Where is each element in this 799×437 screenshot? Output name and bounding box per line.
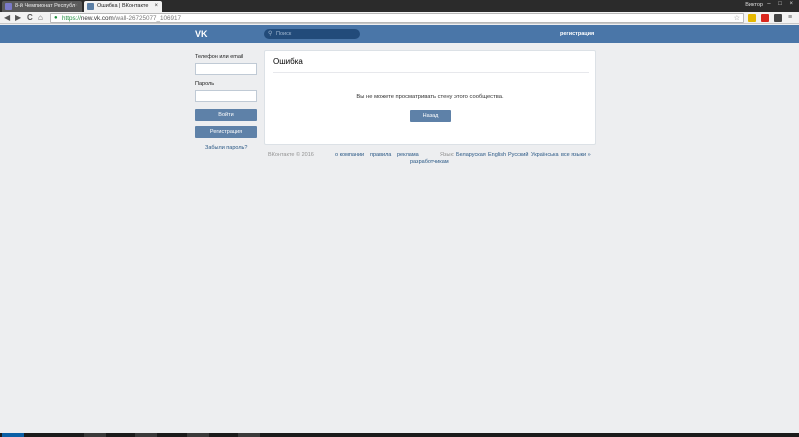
- bookmark-star-icon[interactable]: ☆: [734, 14, 740, 22]
- os-taskbar: [0, 433, 799, 437]
- reload-icon[interactable]: C: [27, 13, 33, 23]
- footer-link-about[interactable]: о компании: [335, 152, 364, 158]
- home-icon[interactable]: ⌂: [38, 13, 43, 23]
- footer-link-developers[interactable]: разработчикам: [410, 159, 449, 165]
- url-text: https://new.vk.com/wall-26725077_106917: [62, 15, 181, 22]
- tab-favicon-icon: [5, 3, 12, 10]
- password-label: Пароль: [195, 81, 215, 87]
- divider: [273, 72, 589, 73]
- back-icon[interactable]: ◀: [4, 13, 10, 23]
- tab-favicon-icon: [87, 3, 94, 10]
- error-card: Ошибка Вы не можете просматривать стену …: [264, 50, 596, 145]
- tab-close-icon[interactable]: ×: [74, 3, 78, 9]
- taskbar-app[interactable]: [84, 433, 106, 437]
- language-russian[interactable]: Русский: [508, 152, 528, 158]
- language-label: Язык:: [440, 152, 455, 158]
- taskbar-app[interactable]: [187, 433, 209, 437]
- search-input[interactable]: ⚲ Поиск: [264, 29, 360, 39]
- language-belarusian[interactable]: Беларуская: [456, 152, 486, 158]
- start-button[interactable]: [2, 433, 24, 437]
- password-input[interactable]: [195, 90, 257, 102]
- error-message: Вы не можете просматривать стену этого с…: [356, 94, 504, 100]
- browser-tab[interactable]: 8-й Чемпионат Республ ×: [2, 1, 82, 12]
- register-button[interactable]: Регистрация: [195, 126, 257, 138]
- vk-logo[interactable]: VK: [195, 28, 210, 40]
- extension-icon[interactable]: [748, 14, 756, 22]
- language-english[interactable]: English: [488, 152, 506, 158]
- lock-icon: ●: [54, 15, 58, 21]
- forward-icon[interactable]: ▶: [15, 13, 21, 23]
- extension-icon[interactable]: [774, 14, 782, 22]
- extension-icon[interactable]: [761, 14, 769, 22]
- browser-profile-name[interactable]: Виктор: [745, 2, 763, 8]
- taskbar-app[interactable]: [238, 433, 260, 437]
- taskbar-app[interactable]: [135, 433, 157, 437]
- search-icon: ⚲: [268, 31, 273, 37]
- phone-email-input[interactable]: [195, 63, 257, 75]
- footer-copyright: ВКонтакте © 2016: [268, 152, 314, 158]
- footer-link-ads[interactable]: реклама: [397, 152, 419, 158]
- search-placeholder: Поиск: [276, 31, 292, 37]
- page-title: Ошибка: [273, 57, 303, 66]
- language-ukrainian[interactable]: Українська: [531, 152, 559, 158]
- browser-toolbar: ◀ ▶ C ⌂ ● https://new.vk.com/wall-267250…: [0, 12, 799, 24]
- vk-header: VK ⚲ Поиск регистрация: [0, 25, 799, 43]
- window-controls[interactable]: – □ ×: [767, 1, 796, 7]
- address-bar[interactable]: ● https://new.vk.com/wall-26725077_10691…: [50, 13, 744, 23]
- url-host: new.vk.com: [80, 15, 114, 22]
- tab-close-icon[interactable]: ×: [154, 3, 158, 9]
- forgot-password-link[interactable]: Забыли пароль?: [205, 145, 247, 151]
- browser-tab-active[interactable]: Ошибка | ВКонтакте ×: [84, 1, 162, 12]
- all-languages-link[interactable]: все языки »: [561, 152, 591, 158]
- footer-link-rules[interactable]: правила: [370, 152, 391, 158]
- url-path: /wall-26725077_106917: [113, 15, 182, 22]
- back-button[interactable]: Назад: [410, 110, 451, 122]
- menu-icon[interactable]: ≡: [788, 13, 792, 23]
- header-register-link[interactable]: регистрация: [560, 31, 594, 37]
- tab-title: 8-й Чемпионат Республ: [15, 3, 76, 9]
- url-scheme: https://: [62, 15, 81, 22]
- phone-label: Телефон или email: [195, 54, 244, 60]
- login-button[interactable]: Войти: [195, 109, 257, 121]
- browser-tab-bar: 8-й Чемпионат Республ × Ошибка | ВКонтак…: [0, 0, 799, 12]
- tab-title: Ошибка | ВКонтакте: [97, 3, 149, 9]
